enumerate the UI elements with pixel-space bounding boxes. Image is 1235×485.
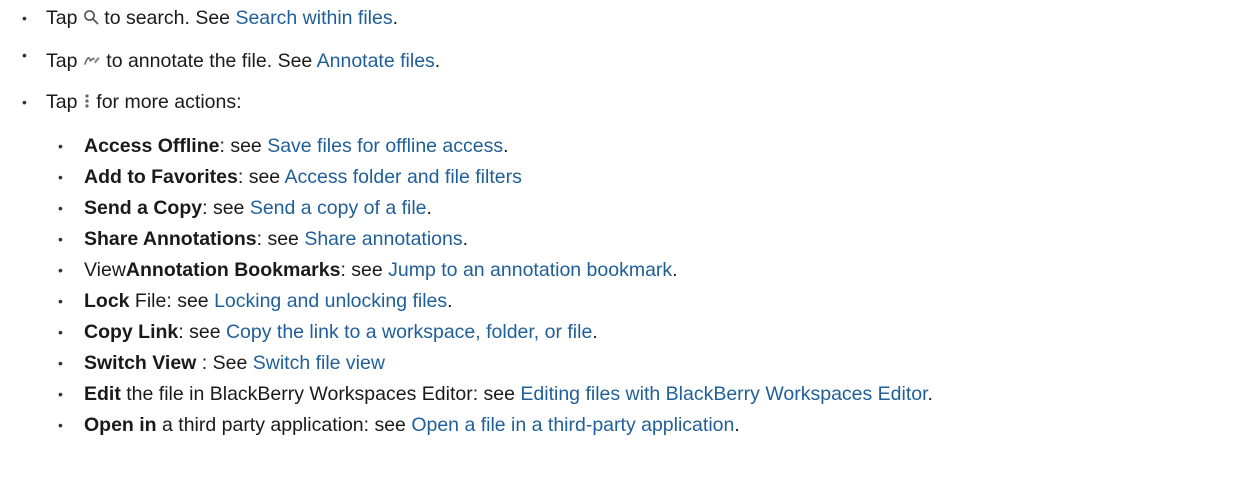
action-text: : see — [237, 166, 285, 188]
link-share-annotations[interactable]: Share annotations — [304, 228, 462, 250]
bullet: • — [58, 386, 63, 402]
document-page: • Tap to search. See Search within files… — [0, 0, 1235, 485]
action-tail: . — [447, 290, 453, 312]
action-name: Switch View — [84, 352, 197, 374]
action-name: Access Offline — [84, 135, 220, 157]
item-text-post: to search. See — [104, 7, 236, 29]
search-icon — [83, 5, 99, 33]
bullet: • — [58, 200, 63, 216]
link-annotate-files[interactable]: Annotate files — [317, 50, 435, 72]
action-name: Add to Favorites — [84, 166, 238, 188]
bullet: • — [22, 10, 27, 26]
action-tail: . — [592, 321, 598, 343]
action-name: Lock — [84, 290, 130, 312]
link-save-offline[interactable]: Save files for offline access — [267, 135, 503, 157]
link-send-copy[interactable]: Send a copy of a file — [250, 197, 427, 219]
link-annotation-bookmark[interactable]: Jump to an annotation bookmark — [388, 259, 672, 281]
item-text-post: for more actions: — [96, 91, 242, 113]
bullet: • — [58, 231, 63, 247]
list-item-annotate: • Tap to annotate the file. See Annotate… — [22, 47, 441, 76]
more-vertical-icon — [83, 89, 91, 117]
item-tail: . — [434, 50, 441, 72]
action-text: : See — [196, 352, 253, 374]
bullet: • — [22, 94, 27, 110]
action-tail: . — [426, 197, 432, 219]
action-text: File: see — [129, 290, 215, 312]
action-text: : see — [178, 321, 226, 343]
item-tail: . — [392, 7, 399, 29]
bullet: • — [58, 262, 63, 278]
list-item-action: • Open in a third party application: see… — [58, 411, 740, 439]
link-editing-files[interactable]: Editing files with BlackBerry Workspaces… — [520, 383, 927, 405]
bullet: • — [58, 169, 63, 185]
action-name: Send a Copy — [84, 197, 203, 219]
bullet: • — [58, 324, 63, 340]
action-text: : see — [202, 197, 250, 219]
link-open-third-party[interactable]: Open a file in a third-party application — [411, 414, 734, 436]
link-search-within-files[interactable]: Search within files — [235, 7, 392, 29]
bullet: • — [58, 138, 63, 154]
list-item-action: • Edit the file in BlackBerry Workspaces… — [58, 380, 933, 408]
action-tail: . — [462, 228, 469, 250]
bullet: • — [58, 293, 63, 309]
action-name: Share Annotations — [84, 228, 257, 250]
action-name: Open in — [84, 414, 157, 436]
action-tail: . — [927, 383, 933, 405]
action-text: : see — [340, 259, 389, 281]
action-tail: . — [503, 135, 509, 157]
list-item-more-actions: • Tap for more actions: — [22, 88, 242, 117]
list-item-action: • Access Offline: see Save files for off… — [58, 132, 509, 160]
link-locking-files[interactable]: Locking and unlocking files — [214, 290, 447, 312]
list-item-action: • Copy Link: see Copy the link to a work… — [58, 318, 598, 346]
link-folder-filters[interactable]: Access folder and file filters — [284, 166, 521, 188]
list-item-action: • Share Annotations: see Share annotatio… — [58, 225, 469, 253]
link-switch-view[interactable]: Switch file view — [253, 352, 385, 374]
item-text-post: to annotate the file. See — [106, 50, 317, 72]
action-name: Copy Link — [84, 321, 179, 343]
action-text: the file in BlackBerry Workspaces Editor… — [120, 383, 521, 405]
item-text-pre: Tap — [46, 7, 83, 29]
bullet: • — [58, 355, 63, 371]
action-name: Edit — [84, 383, 121, 405]
list-item-action: • Switch View : See Switch file view — [58, 349, 385, 377]
item-text-pre: Tap — [46, 91, 83, 113]
bullet: • — [22, 47, 27, 63]
action-text: : see — [256, 228, 305, 250]
list-item-action: • Add to Favorites: see Access folder an… — [58, 163, 522, 191]
list-item-action: • Send a Copy: see Send a copy of a file… — [58, 194, 432, 222]
list-item-search: • Tap to search. See Search within files… — [22, 4, 399, 33]
action-tail: . — [672, 259, 678, 281]
action-text: : see — [219, 135, 268, 157]
bullet: • — [58, 417, 63, 433]
annotate-icon — [83, 48, 101, 76]
action-name: Annotation Bookmarks — [125, 259, 341, 281]
action-tail: . — [734, 414, 740, 436]
list-item-action: • Lock File: see Locking and unlocking f… — [58, 287, 453, 315]
link-copy-link[interactable]: Copy the link to a workspace, folder, or… — [226, 321, 592, 343]
item-text-pre: Tap — [46, 50, 83, 72]
action-prefix: View — [84, 259, 126, 281]
list-item-action: • ViewAnnotation Bookmarks: see Jump to … — [58, 256, 678, 284]
action-text: a third party application: see — [156, 414, 412, 436]
